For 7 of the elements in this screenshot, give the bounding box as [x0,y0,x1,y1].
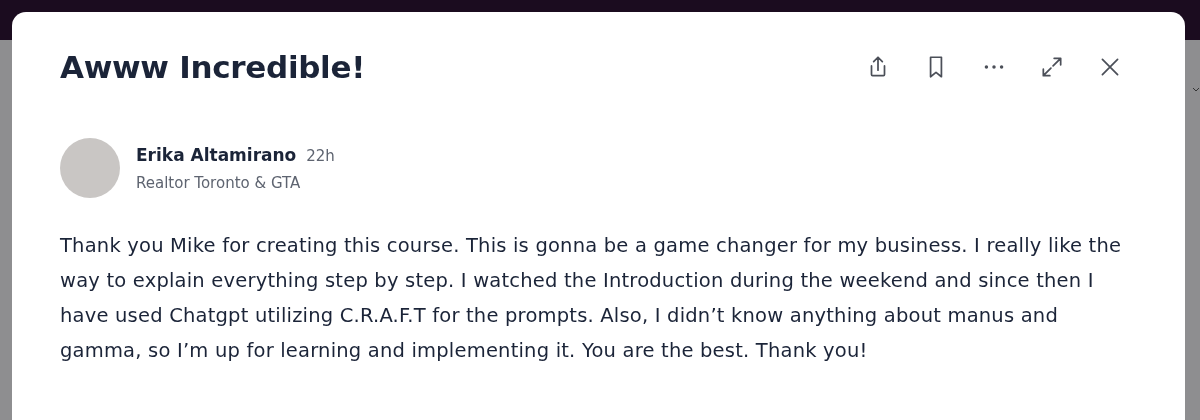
avatar-placeholder [60,138,120,198]
author-headline: Realtor Toronto & GTA [136,173,302,192]
comment-text: Thank you Mike for creating this course. This is gonna be a game changer for my business. I really like the way to explain everything step by step. I watched the Introduction during the weekend and since then I have used Chatgpt utilizing C.R.A.F.T for the prompts. Also, I didn’t know anything about manus and gamma, so I’m up for learning and implementing it. You are the best. Thank you! [60,233,1123,364]
author-name[interactable]: Erika Altamirano [136,144,297,165]
dialog-title: Awww Incredible! [60,49,365,85]
post-time: 22h [306,146,335,165]
chevron-icon [1192,86,1200,94]
